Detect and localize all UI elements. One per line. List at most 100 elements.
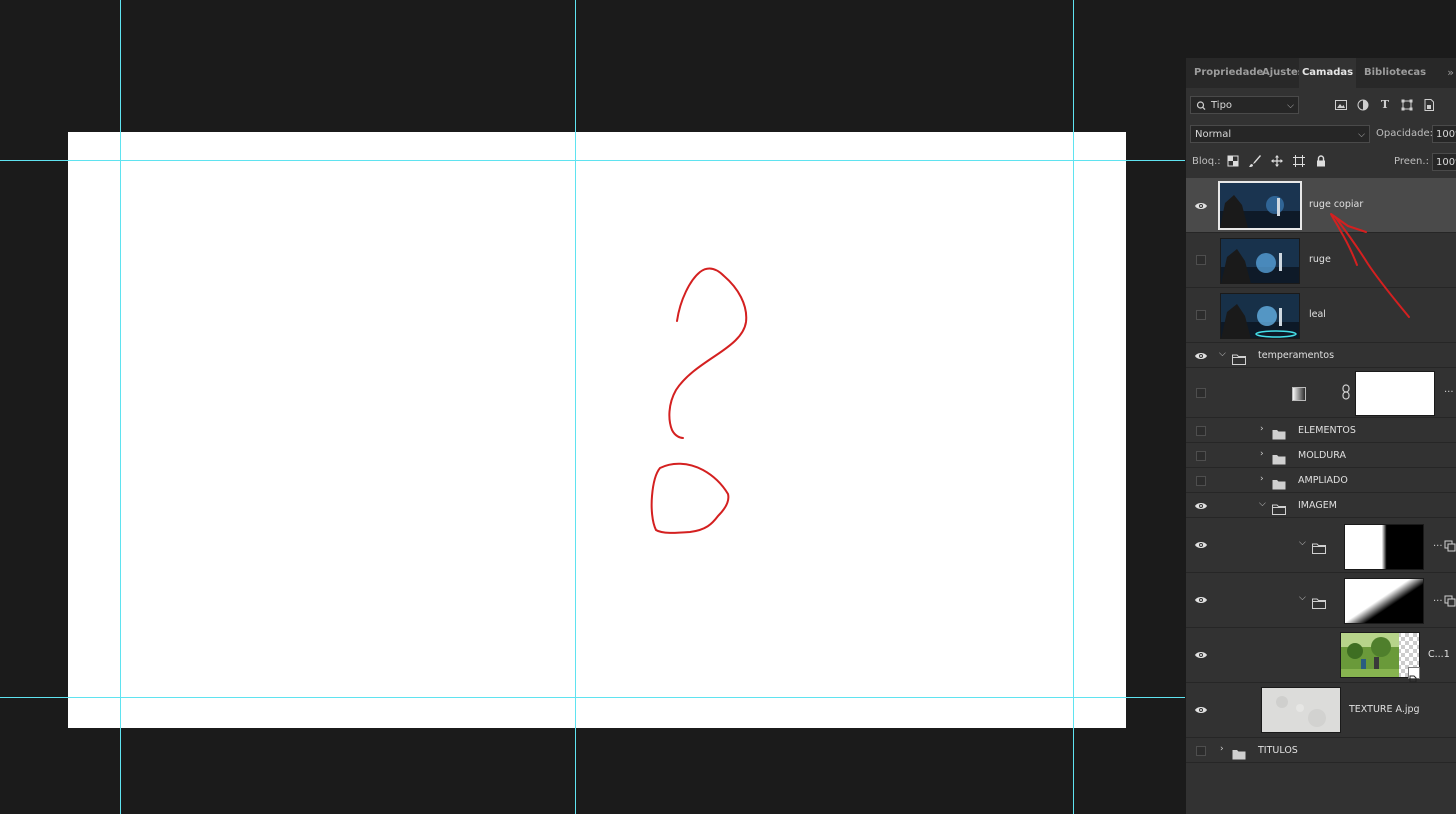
fill-label: Preen.: [1394,156,1429,167]
search-icon [1196,97,1206,122]
chevron-right-icon[interactable]: › [1260,474,1264,484]
layer-mask-thumbnail[interactable] [1355,371,1435,416]
fill-value: 100% [1436,157,1456,168]
filter-adjustment-icon[interactable] [1356,98,1370,112]
blend-mode-select[interactable]: Normal ⌵ [1190,125,1370,143]
panel-tabs: Propriedade Ajustes Camadas Bibliotecas … [1186,58,1456,88]
layer-name[interactable]: ELEMENTOS [1298,425,1356,436]
visibility-toggle[interactable] [1196,476,1206,486]
lock-image-pixels-icon[interactable] [1248,154,1262,168]
eye-icon[interactable] [1194,351,1208,361]
layer-name[interactable]: MOLDURA [1298,450,1346,461]
chevron-right-icon[interactable]: › [1220,744,1224,754]
chevron-down-icon: ⌵ [1287,101,1294,111]
chevron-right-icon[interactable]: › [1260,424,1264,434]
folder-icon [1272,450,1286,465]
layer-name[interactable]: TITULOS [1258,745,1298,756]
eye-icon[interactable] [1194,540,1208,550]
visibility-toggle[interactable] [1196,746,1206,756]
layer-thumbnail [1218,181,1302,230]
canvas-workspace[interactable] [0,0,1185,814]
filter-pixel-icon[interactable] [1334,98,1348,112]
visibility-toggle[interactable] [1196,255,1206,265]
question-mark-drawing [650,267,748,534]
chevron-down-icon[interactable]: ⌵ [1299,593,1306,603]
eye-icon[interactable] [1194,201,1208,211]
gradient-fill-icon [1292,386,1306,401]
question-mark-curve [668,267,748,439]
more-icon: ... [1444,384,1454,395]
layer-thumbnail [1220,238,1300,284]
layer-row-moldura[interactable]: › MOLDURA [1186,443,1456,468]
lock-all-icon[interactable] [1314,154,1328,168]
opacity-input[interactable]: 100% [1432,125,1456,143]
lock-position-icon[interactable] [1270,154,1284,168]
folder-icon [1312,594,1326,609]
question-mark-dot [650,462,730,534]
blend-row: Normal ⌵ Opacidade: 100% [1190,124,1456,146]
layers-panel: Propriedade Ajustes Camadas Bibliotecas … [1186,58,1456,814]
tab-adjustments[interactable]: Ajustes [1262,58,1304,88]
layer-row-ampliado[interactable]: › AMPLIADO [1186,468,1456,493]
layer-name[interactable]: AMPLIADO [1298,475,1348,486]
blend-mode-value: Normal [1195,129,1232,140]
layer-name[interactable]: C...1 [1428,649,1450,660]
panel-menu-icon[interactable]: » [1447,58,1454,88]
link-icon[interactable] [1341,384,1351,400]
layer-row-imagem[interactable]: ⌵ IMAGEM [1186,493,1456,518]
folder-icon [1232,350,1246,365]
eye-icon[interactable] [1194,501,1208,511]
layer-name[interactable]: IMAGEM [1298,500,1337,511]
visibility-toggle[interactable] [1196,426,1206,436]
lock-artboard-icon[interactable] [1292,154,1306,168]
visibility-toggle[interactable] [1196,388,1206,398]
smart-filter-icon [1444,537,1456,552]
layer-row-group-mask[interactable]: ⌵ ... [1186,518,1456,573]
chevron-right-icon[interactable]: › [1260,449,1264,459]
layer-name[interactable]: TEXTURE A.jpg [1349,704,1420,715]
chevron-down-icon: ⌵ [1358,130,1365,140]
opacity-label: Opacidade: [1376,128,1433,139]
layer-row-texture[interactable]: TEXTURE A.jpg [1186,683,1456,738]
eye-icon[interactable] [1194,705,1208,715]
eye-icon[interactable] [1194,650,1208,660]
chevron-down-icon[interactable]: ⌵ [1219,349,1226,359]
folder-icon [1312,539,1326,554]
layer-thumbnail [1220,293,1300,339]
layer-mask-thumbnail[interactable] [1344,578,1424,624]
chevron-down-icon[interactable]: ⌵ [1299,538,1306,548]
filter-smart-object-icon[interactable] [1422,98,1436,112]
eye-icon[interactable] [1194,595,1208,605]
layer-mask-thumbnail[interactable] [1344,524,1424,570]
layer-name[interactable]: temperamentos [1258,350,1334,361]
tab-libraries[interactable]: Bibliotecas [1364,58,1426,88]
filter-shape-icon[interactable] [1400,98,1414,112]
fill-input[interactable]: 100% [1432,153,1456,171]
lock-transparent-pixels-icon[interactable] [1226,154,1240,168]
folder-icon [1232,745,1246,760]
layer-filter-row: Tipo ⌵ T [1190,95,1452,117]
layer-row-temperamentos[interactable]: ⌵ temperamentos [1186,343,1456,368]
folder-icon [1272,500,1286,515]
folder-icon [1272,475,1286,490]
filter-type-icon[interactable]: T [1378,98,1392,112]
smart-filter-icon [1444,592,1456,607]
more-icon: ... [1433,593,1443,604]
annotation-arrow [1330,213,1410,318]
layer-row-smart-object[interactable]: C...1 [1186,628,1456,683]
more-icon: ... [1433,538,1443,549]
chevron-down-icon[interactable]: ⌵ [1259,499,1266,509]
layer-row-titulos[interactable]: › TITULOS [1186,738,1456,763]
folder-icon [1272,425,1286,440]
tab-properties[interactable]: Propriedade [1194,58,1263,88]
smart-object-badge-icon [1408,667,1420,683]
layer-row-group-mask[interactable]: ⌵ ... [1186,573,1456,628]
lock-label: Bloq.: [1192,156,1221,167]
visibility-toggle[interactable] [1196,310,1206,320]
lock-row: Bloq.: Preen.: 100% [1190,152,1456,174]
filter-kind-select[interactable]: Tipo ⌵ [1190,96,1299,114]
layer-row-elementos[interactable]: › ELEMENTOS [1186,418,1456,443]
visibility-toggle[interactable] [1196,451,1206,461]
tab-layers[interactable]: Camadas [1299,58,1356,88]
layer-row-gradient-adjustment[interactable]: ... [1186,368,1456,418]
